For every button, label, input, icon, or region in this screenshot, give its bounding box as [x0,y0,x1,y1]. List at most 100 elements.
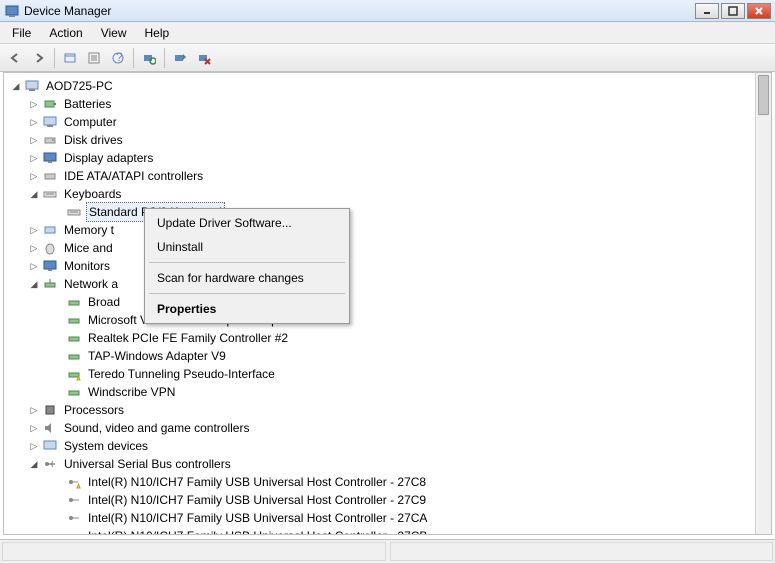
sound-icon [42,420,58,436]
update-driver-button[interactable] [169,47,191,69]
context-scan-hardware[interactable]: Scan for hardware changes [147,266,347,290]
context-separator [149,262,345,263]
node-usb-controllers[interactable]: ◢Universal Serial Bus controllers [6,455,769,473]
node-usb-cb[interactable]: ▷Intel(R) N10/ICH7 Family USB Universal … [6,527,769,535]
keyboard-icon [66,204,82,220]
network-adapter-icon [66,384,82,400]
uninstall-toolbar-button[interactable] [193,47,215,69]
status-bar [0,539,775,563]
help-toolbar-button[interactable]: ? [107,47,129,69]
app-icon [4,3,20,19]
network-adapter-icon [66,330,82,346]
collapse-icon[interactable]: ◢ [28,458,40,470]
vertical-scrollbar[interactable] [755,73,771,534]
properties-toolbar-button[interactable] [83,47,105,69]
menu-action[interactable]: Action [41,24,90,42]
node-display-adapters[interactable]: ▷Display adapters [6,149,769,167]
context-update-driver[interactable]: Update Driver Software... [147,211,347,235]
expand-icon[interactable]: ▷ [28,116,40,128]
back-button[interactable] [4,47,26,69]
context-menu: Update Driver Software... Uninstall Scan… [144,208,350,324]
node-computer[interactable]: ▷Computer [6,113,769,131]
expand-icon[interactable]: ▷ [28,260,40,272]
usb-controller-icon [66,528,82,535]
scan-hardware-button[interactable] [138,47,160,69]
node-memory[interactable]: ▷Memory t [6,221,769,239]
collapse-icon[interactable]: ◢ [10,80,22,92]
status-cell [390,542,774,561]
minimize-button[interactable] [695,3,719,19]
svg-text:?: ? [116,51,123,64]
node-mice[interactable]: ▷Mice and [6,239,769,257]
node-usb-c9[interactable]: ▷Intel(R) N10/ICH7 Family USB Universal … [6,491,769,509]
forward-button[interactable] [28,47,50,69]
context-separator [149,293,345,294]
node-usb-c8[interactable]: ▷Intel(R) N10/ICH7 Family USB Universal … [6,473,769,491]
computer-icon [24,78,40,94]
menu-bar: File Action View Help [0,22,775,44]
node-monitors[interactable]: ▷Monitors [6,257,769,275]
memory-icon [42,222,58,238]
network-adapter-icon [66,294,82,310]
root-label: AOD725-PC [44,77,115,95]
device-tree[interactable]: ◢ AOD725-PC ▷Batteries ▷Computer ▷Disk d… [4,73,771,535]
expand-icon[interactable]: ▷ [28,440,40,452]
node-standard-ps2-keyboard[interactable]: ▷Standard PS/2 Keyboard [6,203,769,221]
node-net-teredo[interactable]: ▷Teredo Tunneling Pseudo-Interface [6,365,769,383]
node-disk-drives[interactable]: ▷Disk drives [6,131,769,149]
node-net-tap[interactable]: ▷TAP-Windows Adapter V9 [6,347,769,365]
usb-icon [42,456,58,472]
expand-icon[interactable]: ▷ [28,98,40,110]
monitor-icon [42,258,58,274]
node-system-devices[interactable]: ▷System devices [6,437,769,455]
close-button[interactable] [747,3,771,19]
expand-icon[interactable]: ▷ [28,404,40,416]
network-adapter-icon [66,348,82,364]
node-batteries[interactable]: ▷Batteries [6,95,769,113]
status-cell [2,542,386,561]
expand-icon[interactable]: ▷ [28,134,40,146]
expand-icon[interactable]: ▷ [28,152,40,164]
usb-controller-warning-icon [66,474,82,490]
system-icon [42,438,58,454]
toolbar: ? [0,44,775,72]
menu-view[interactable]: View [93,24,135,42]
menu-file[interactable]: File [4,24,39,42]
usb-controller-icon [66,510,82,526]
display-icon [42,150,58,166]
disk-icon [42,132,58,148]
show-hide-console-button[interactable] [59,47,81,69]
scrollbar-thumb[interactable] [758,75,769,115]
node-ide-controllers[interactable]: ▷IDE ATA/ATAPI controllers [6,167,769,185]
context-uninstall[interactable]: Uninstall [147,235,347,259]
context-properties[interactable]: Properties [147,297,347,321]
computer-icon [42,114,58,130]
node-keyboards[interactable]: ◢Keyboards [6,185,769,203]
network-adapter-warning-icon [66,366,82,382]
maximize-button[interactable] [721,3,745,19]
processor-icon [42,402,58,418]
node-network-adapters[interactable]: ◢Network a [6,275,769,293]
collapse-icon[interactable]: ◢ [28,278,40,290]
mouse-icon [42,240,58,256]
menu-help[interactable]: Help [137,24,178,42]
node-net-msvwifi[interactable]: ▷Microsoft Virtual WiFi Miniport Adapter [6,311,769,329]
ide-icon [42,168,58,184]
expand-icon[interactable]: ▷ [28,422,40,434]
node-processors[interactable]: ▷Processors [6,401,769,419]
collapse-icon[interactable]: ◢ [28,188,40,200]
battery-icon [42,96,58,112]
expand-icon[interactable]: ▷ [28,242,40,254]
window-title: Device Manager [24,4,695,18]
node-net-windscribe[interactable]: ▷Windscribe VPN [6,383,769,401]
node-net-realtek[interactable]: ▷Realtek PCIe FE Family Controller #2 [6,329,769,347]
network-adapter-icon [66,312,82,328]
network-icon [42,276,58,292]
node-net-broadcom[interactable]: ▷Broad [6,293,769,311]
expand-icon[interactable]: ▷ [28,170,40,182]
node-usb-ca[interactable]: ▷Intel(R) N10/ICH7 Family USB Universal … [6,509,769,527]
tree-root[interactable]: ◢ AOD725-PC [6,77,769,95]
title-bar: Device Manager [0,0,775,22]
expand-icon[interactable]: ▷ [28,224,40,236]
node-sound[interactable]: ▷Sound, video and game controllers [6,419,769,437]
